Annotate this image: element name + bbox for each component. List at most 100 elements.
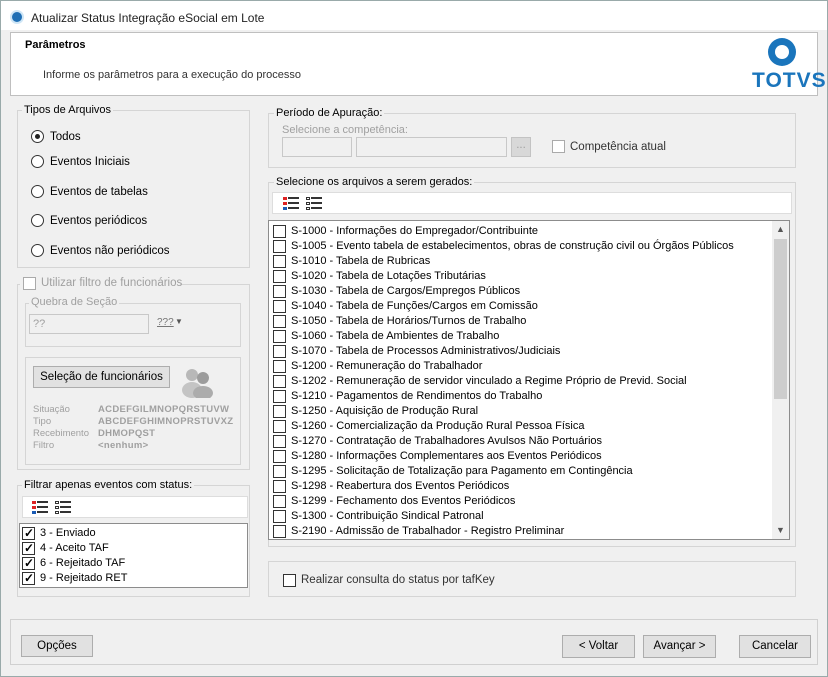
arquivos-scrollbar[interactable]: ▲ ▼ [772,221,789,539]
tipo-radio[interactable] [31,244,44,257]
info-label: Filtro [33,440,55,451]
tipo-radio[interactable] [31,214,44,227]
list-item[interactable]: S-1300 - Contribuição Sindical Patronal [269,509,769,524]
arquivo-label: S-1200 - Remuneração do Trabalhador [291,360,483,372]
arquivo-checkbox[interactable] [273,360,286,373]
competencia-browse-button[interactable]: ... [511,137,531,157]
arquivo-checkbox[interactable] [273,525,286,538]
list-item[interactable]: S-1060 - Tabela de Ambientes de Trabalho [269,329,769,344]
arquivo-checkbox[interactable] [273,330,286,343]
arquivo-checkbox[interactable] [273,405,286,418]
tipo-radio[interactable] [31,185,44,198]
voltar-button[interactable]: < Voltar [562,635,635,658]
arquivo-checkbox[interactable] [273,375,286,388]
arquivo-label: S-1250 - Aquisição de Produção Rural [291,405,479,417]
filtro-funcionarios-label: Utilizar filtro de funcionários [41,277,183,289]
page-subtitle: Informe os parâmetros para a execução do… [43,69,302,81]
arquivo-checkbox[interactable] [273,225,286,238]
arquivo-checkbox[interactable] [273,255,286,268]
tipo-radio-label: Eventos de tabelas [50,186,148,198]
arquivo-checkbox[interactable] [273,510,286,523]
status-label: 3 - Enviado [40,527,96,539]
deselect-all-icon[interactable] [306,197,322,211]
scroll-thumb[interactable] [774,239,787,399]
status-list: 3 - Enviado 4 - Aceito TAF 6 - Rejeitado T… [19,523,248,588]
status-label: 9 - Rejeitado RET [40,572,128,584]
tipo-radio-label: Todos [50,131,81,143]
list-item[interactable]: S-1295 - Solicitação de Totalização para… [269,464,769,479]
list-item[interactable]: S-1040 - Tabela de Funções/Cargos em Com… [269,299,769,314]
arquivo-checkbox[interactable] [273,300,286,313]
arquivo-checkbox[interactable] [273,345,286,358]
arquivo-checkbox[interactable] [273,285,286,298]
arquivo-checkbox[interactable] [273,270,286,283]
quebra-secao-field[interactable]: ?? [29,314,149,334]
list-item[interactable]: S-1000 - Informações do Empregador/Contr… [269,224,769,239]
list-item[interactable]: S-1299 - Fechamento dos Eventos Periódic… [269,494,769,509]
tafkey-checkbox[interactable] [283,574,296,587]
list-item[interactable]: S-1250 - Aquisição de Produção Rural [269,404,769,419]
arquivo-label: S-1070 - Tabela de Processos Administrat… [291,345,561,357]
info-label: Tipo [33,416,52,427]
arquivo-label: S-1298 - Reabertura dos Eventos Periódic… [291,480,510,492]
arquivo-label: S-1030 - Tabela de Cargos/Empregos Públi… [291,285,521,297]
tipo-radio[interactable] [31,130,44,143]
totvs-logo: TOTVS [742,36,826,94]
arquivo-checkbox[interactable] [273,390,286,403]
info-label: Recebimento [33,428,89,439]
arquivo-label: S-1050 - Tabela de Horários/Turnos de Tr… [291,315,527,327]
list-item[interactable]: S-1030 - Tabela de Cargos/Empregos Públi… [269,284,769,299]
status-checkbox[interactable] [22,526,35,540]
list-item[interactable]: S-1010 - Tabela de Rubricas [269,254,769,269]
arquivo-checkbox[interactable] [273,435,286,448]
page-title: Parâmetros [25,39,86,51]
list-item[interactable]: 3 - Enviado [20,526,246,541]
list-item[interactable]: 9 - Rejeitado RET [20,571,246,586]
arquivo-checkbox[interactable] [273,450,286,463]
arquivos-legend: Selecione os arquivos a serem gerados: [274,176,475,188]
list-item[interactable]: S-1260 - Comercialização da Produção Rur… [269,419,769,434]
list-item[interactable]: S-1005 - Evento tabela de estabeleciment… [269,239,769,254]
arquivo-label: S-1210 - Pagamentos de Rendimentos do Tr… [291,390,543,402]
quebra-secao-picker-button[interactable]: ??? [157,317,174,328]
list-item[interactable]: S-1270 - Contratação de Trabalhadores Av… [269,434,769,449]
status-checkbox[interactable] [22,556,35,570]
select-all-icon[interactable] [283,197,299,211]
arquivo-checkbox[interactable] [273,315,286,328]
list-item[interactable]: S-1280 - Informações Complementares aos … [269,449,769,464]
competencia-month-field[interactable] [282,137,352,157]
list-item[interactable]: S-1070 - Tabela de Processos Administrat… [269,344,769,359]
selecao-funcionarios-button[interactable]: Seleção de funcionários [33,366,170,388]
list-item[interactable]: S-1202 - Remuneração de servidor vincula… [269,374,769,389]
arquivo-checkbox[interactable] [273,480,286,493]
arquivos-list: S-1000 - Informações do Empregador/Contr… [268,220,790,540]
tipo-radio[interactable] [31,155,44,168]
status-checkbox[interactable] [22,571,35,585]
list-item[interactable]: 4 - Aceito TAF [20,541,246,556]
list-item[interactable]: 6 - Rejeitado TAF [20,556,246,571]
arquivo-checkbox[interactable] [273,420,286,433]
list-item[interactable]: S-2190 - Admissão de Trabalhador - Regis… [269,524,769,539]
list-item[interactable]: S-1210 - Pagamentos de Rendimentos do Tr… [269,389,769,404]
avancar-button[interactable]: Avançar > [643,635,716,658]
opcoes-button[interactable]: Opções [21,635,93,657]
select-all-icon[interactable] [32,501,48,515]
list-item[interactable]: S-1200 - Remuneração do Trabalhador [269,359,769,374]
deselect-all-icon[interactable] [55,501,71,515]
filtro-funcionarios-checkbox[interactable] [23,277,36,290]
totvs-logo-icon [768,38,796,66]
cancelar-button[interactable]: Cancelar [739,635,811,658]
arquivo-checkbox[interactable] [273,465,286,478]
competencia-year-field[interactable] [356,137,507,157]
list-item[interactable]: S-1020 - Tabela de Lotações Tributárias [269,269,769,284]
arquivo-label: S-1010 - Tabela de Rubricas [291,255,431,267]
list-item[interactable]: S-1050 - Tabela de Horários/Turnos de Tr… [269,314,769,329]
status-checkbox[interactable] [22,541,35,555]
arquivo-checkbox[interactable] [273,240,286,253]
scroll-down-icon[interactable]: ▼ [776,525,785,535]
chevron-down-icon[interactable]: ▼ [175,317,183,326]
arquivo-checkbox[interactable] [273,495,286,508]
scroll-up-icon[interactable]: ▲ [776,224,785,234]
competencia-atual-checkbox[interactable] [552,140,565,153]
list-item[interactable]: S-1298 - Reabertura dos Eventos Periódic… [269,479,769,494]
